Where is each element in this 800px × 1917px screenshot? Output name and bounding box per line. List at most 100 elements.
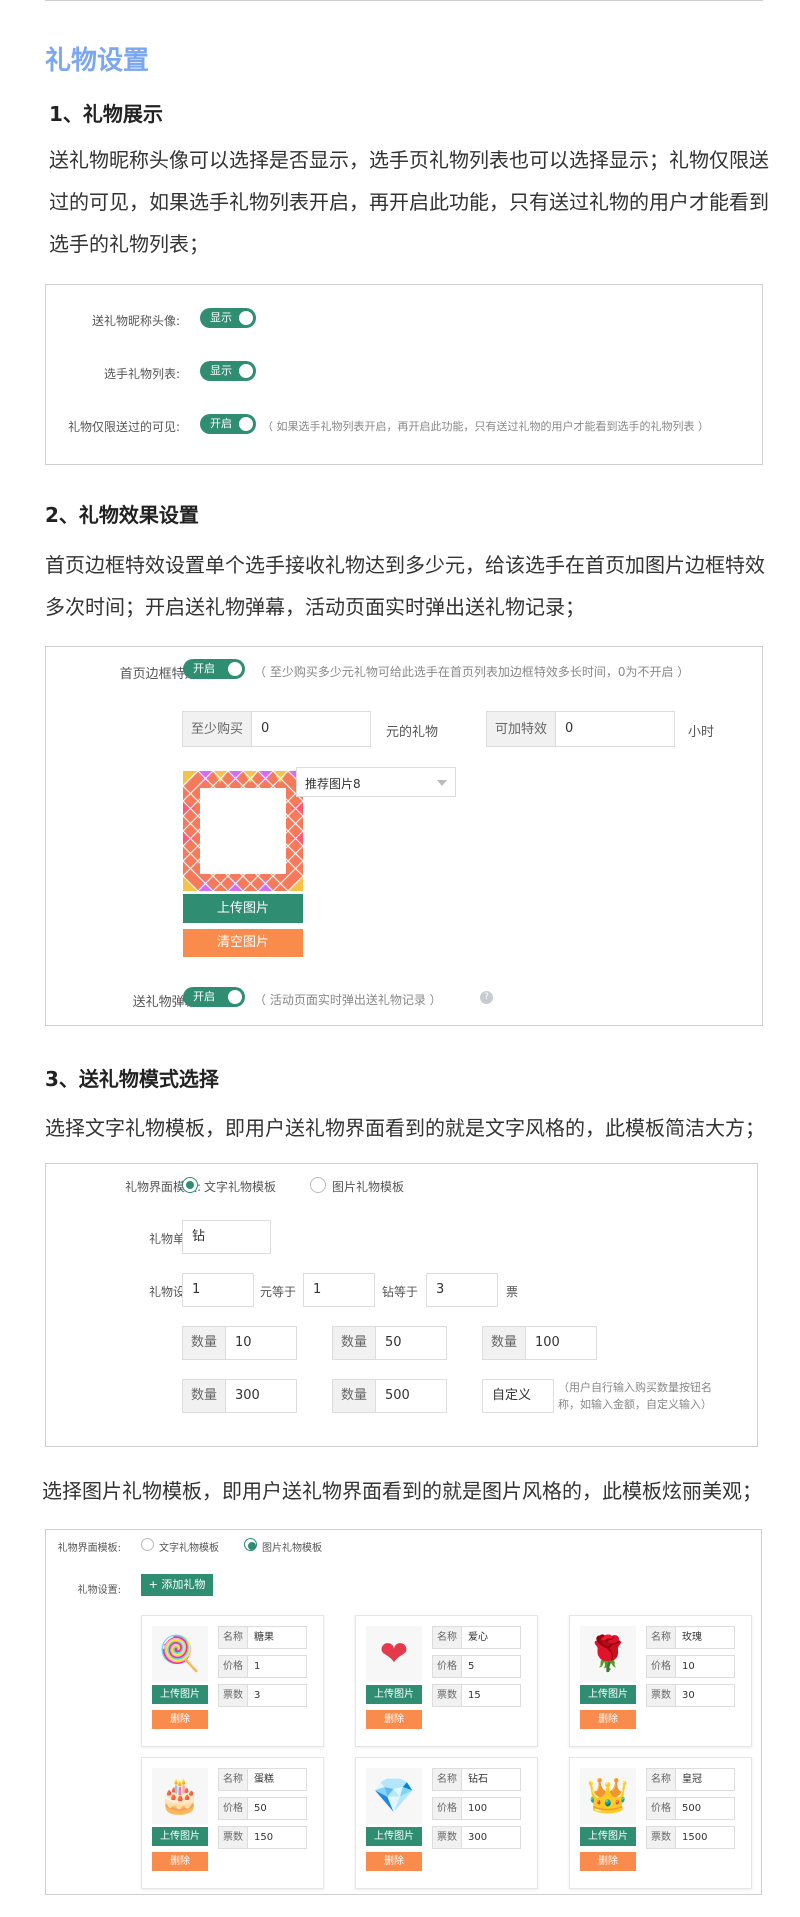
min-buy-input[interactable]: 0 <box>251 711 371 747</box>
text-template-panel: 礼物界面模板: 文字礼物模板 图片礼物模板 礼物单位: 钻 礼物设置: 1 元等… <box>45 1163 758 1447</box>
gift-name-input[interactable]: 蛋糕 <box>247 1768 307 1791</box>
gift-name-input[interactable]: 爱心 <box>461 1626 521 1649</box>
diamond-equals-text: 钻等于 <box>382 1285 419 1299</box>
img-panel-image-radio[interactable] <box>244 1538 257 1551</box>
gift-card: ❤ 上传图片 删除 名称 爱心 价格 5 票数 15 <box>355 1615 538 1747</box>
gift-price-label: 价格 <box>432 1655 462 1678</box>
rose-icon: 🌹 <box>580 1626 636 1682</box>
qty-input-1[interactable]: 10 <box>225 1326 297 1360</box>
add-gift-button[interactable]: + 添加礼物 <box>141 1574 213 1596</box>
gift-upload-button[interactable]: 上传图片 <box>366 1685 422 1704</box>
gift-upload-button[interactable]: 上传图片 <box>580 1685 636 1704</box>
player-gift-list-toggle[interactable]: 显示 <box>200 361 256 381</box>
gift-votes-input[interactable]: 15 <box>461 1684 521 1707</box>
gift-votes-input[interactable]: 150 <box>247 1826 307 1849</box>
toggle-text: 开启 <box>193 990 215 1003</box>
gift-name-label: 名称 <box>218 1626 248 1649</box>
gift-upload-button[interactable]: 上传图片 <box>152 1827 208 1846</box>
qty-input-2[interactable]: 50 <box>375 1326 447 1360</box>
section-2-paragraph: 首页边框特效设置单个选手接收礼物达到多少元，给该选手在首页加图片边框特效多次时间… <box>45 553 765 619</box>
gift-delete-button[interactable]: 删除 <box>152 1852 208 1871</box>
gift-votes-label: 票数 <box>646 1826 676 1849</box>
gift-name-label: 名称 <box>218 1768 248 1791</box>
rate-input-1[interactable]: 1 <box>182 1273 254 1307</box>
gift-card: 💎 上传图片 删除 名称 钻石 价格 100 票数 300 <box>355 1757 538 1889</box>
toggle-knob <box>239 417 253 431</box>
gift-name-input[interactable]: 玫瑰 <box>675 1626 735 1649</box>
yuan-equals-text: 元等于 <box>260 1285 297 1299</box>
gift-delete-button[interactable]: 删除 <box>366 1710 422 1729</box>
min-buy-addon: 至少购买 <box>182 711 252 747</box>
rate-input-3[interactable]: 3 <box>426 1273 498 1307</box>
qty-input-5[interactable]: 500 <box>375 1379 447 1413</box>
image-template-radio[interactable] <box>310 1177 326 1193</box>
custom-hint-line-2: 称，如输入金额，自定义输入） <box>558 1398 712 1411</box>
text-template-radio[interactable] <box>182 1177 198 1193</box>
help-icon[interactable]: ? <box>480 991 493 1004</box>
toggle-knob <box>228 662 242 676</box>
extra-effect-addon: 可加特效 <box>486 711 556 747</box>
rate-input-2[interactable]: 1 <box>303 1273 375 1307</box>
yuan-gift-text: 元的礼物 <box>386 725 439 740</box>
upload-image-button[interactable]: 上传图片 <box>183 894 303 923</box>
candy-icon: 🍭 <box>152 1626 208 1682</box>
gift-delete-button[interactable]: 删除 <box>366 1852 422 1871</box>
gift-votes-input[interactable]: 3 <box>247 1684 307 1707</box>
gift-card: 🌹 上传图片 删除 名称 玫瑰 价格 10 票数 30 <box>569 1615 752 1747</box>
qty-addon-1: 数量 <box>182 1326 226 1360</box>
gift-name-input[interactable]: 皇冠 <box>675 1768 735 1791</box>
hours-text: 小时 <box>688 725 715 740</box>
toggle-text: 开启 <box>193 662 215 675</box>
gift-price-input[interactable]: 50 <box>247 1797 307 1820</box>
gift-card: 🍭 上传图片 删除 名称 糖果 价格 1 票数 3 <box>141 1615 324 1747</box>
img-panel-text-radio[interactable] <box>141 1538 154 1551</box>
gift-name-input[interactable]: 糖果 <box>247 1626 307 1649</box>
img-gift-setting-label: 礼物设置: <box>77 1585 121 1596</box>
section-3-paragraph-1: 选择文字礼物模板，即用户送礼物界面看到的就是文字风格的，此模板简洁大方； <box>45 1116 765 1140</box>
gift-display-panel: 送礼物昵称头像: 显示 选手礼物列表: 显示 礼物仅限送过的可见: 开启 （ 如… <box>45 284 763 465</box>
gift-votes-input[interactable]: 30 <box>675 1684 735 1707</box>
clear-image-button[interactable]: 清空图片 <box>183 929 303 957</box>
gift-delete-button[interactable]: 删除 <box>152 1710 208 1729</box>
frame-effect-toggle[interactable]: 开启 <box>183 659 245 679</box>
gift-name-input[interactable]: 钻石 <box>461 1768 521 1791</box>
gift-price-input[interactable]: 10 <box>675 1655 735 1678</box>
extra-effect-input[interactable]: 0 <box>555 711 675 747</box>
cake-icon: 🎂 <box>152 1768 208 1824</box>
toggle-text: 显示 <box>210 364 232 377</box>
section-3-heading: 3、送礼物模式选择 <box>45 1067 219 1091</box>
gift-votes-label: 票数 <box>646 1684 676 1707</box>
gift-price-input[interactable]: 500 <box>675 1797 735 1820</box>
frame-preview-image <box>182 770 304 892</box>
gift-price-input[interactable]: 5 <box>461 1655 521 1678</box>
gift-unit-input[interactable]: 钻 <box>182 1220 271 1254</box>
gift-barrage-toggle[interactable]: 开启 <box>183 987 245 1007</box>
frame-effect-hint: （ 至少购买多少元礼物可给此选手在首页列表加边框特效多长时间，0为不开启 ） <box>254 665 690 679</box>
gift-votes-input[interactable]: 300 <box>461 1826 521 1849</box>
gift-votes-input[interactable]: 1500 <box>675 1826 735 1849</box>
custom-hint: （用户自行输入购买数量按钮名 称，如输入金额，自定义输入） <box>558 1379 712 1413</box>
gift-price-input[interactable]: 1 <box>247 1655 307 1678</box>
gift-price-input[interactable]: 100 <box>461 1797 521 1820</box>
qty-addon-3: 数量 <box>482 1326 526 1360</box>
toggle-knob <box>239 311 253 325</box>
gift-upload-button[interactable]: 上传图片 <box>580 1827 636 1846</box>
qty-input-4[interactable]: 300 <box>225 1379 297 1413</box>
gift-votes-label: 票数 <box>432 1826 462 1849</box>
gift-delete-button[interactable]: 删除 <box>580 1710 636 1729</box>
gift-barrage-hint: （ 活动页面实时弹出送礼物记录 ） <box>254 993 442 1007</box>
heart-icon: ❤ <box>366 1626 422 1682</box>
gift-only-sent-toggle[interactable]: 开启 <box>200 414 256 434</box>
gift-upload-button[interactable]: 上传图片 <box>366 1827 422 1846</box>
gift-delete-button[interactable]: 删除 <box>580 1852 636 1871</box>
gift-price-label: 价格 <box>218 1797 248 1820</box>
toggle-knob <box>239 364 253 378</box>
toggle-text: 开启 <box>210 417 232 430</box>
qty-input-3[interactable]: 100 <box>525 1326 597 1360</box>
img-template-label: 礼物界面模板: <box>57 1543 121 1554</box>
gift-only-sent-label: 礼物仅限送过的可见: <box>67 420 180 434</box>
custom-input[interactable]: 自定义 <box>482 1379 554 1413</box>
gift-upload-button[interactable]: 上传图片 <box>152 1685 208 1704</box>
frame-image-select[interactable]: 推荐图片8 <box>296 767 456 797</box>
nickname-avatar-toggle[interactable]: 显示 <box>200 308 256 328</box>
